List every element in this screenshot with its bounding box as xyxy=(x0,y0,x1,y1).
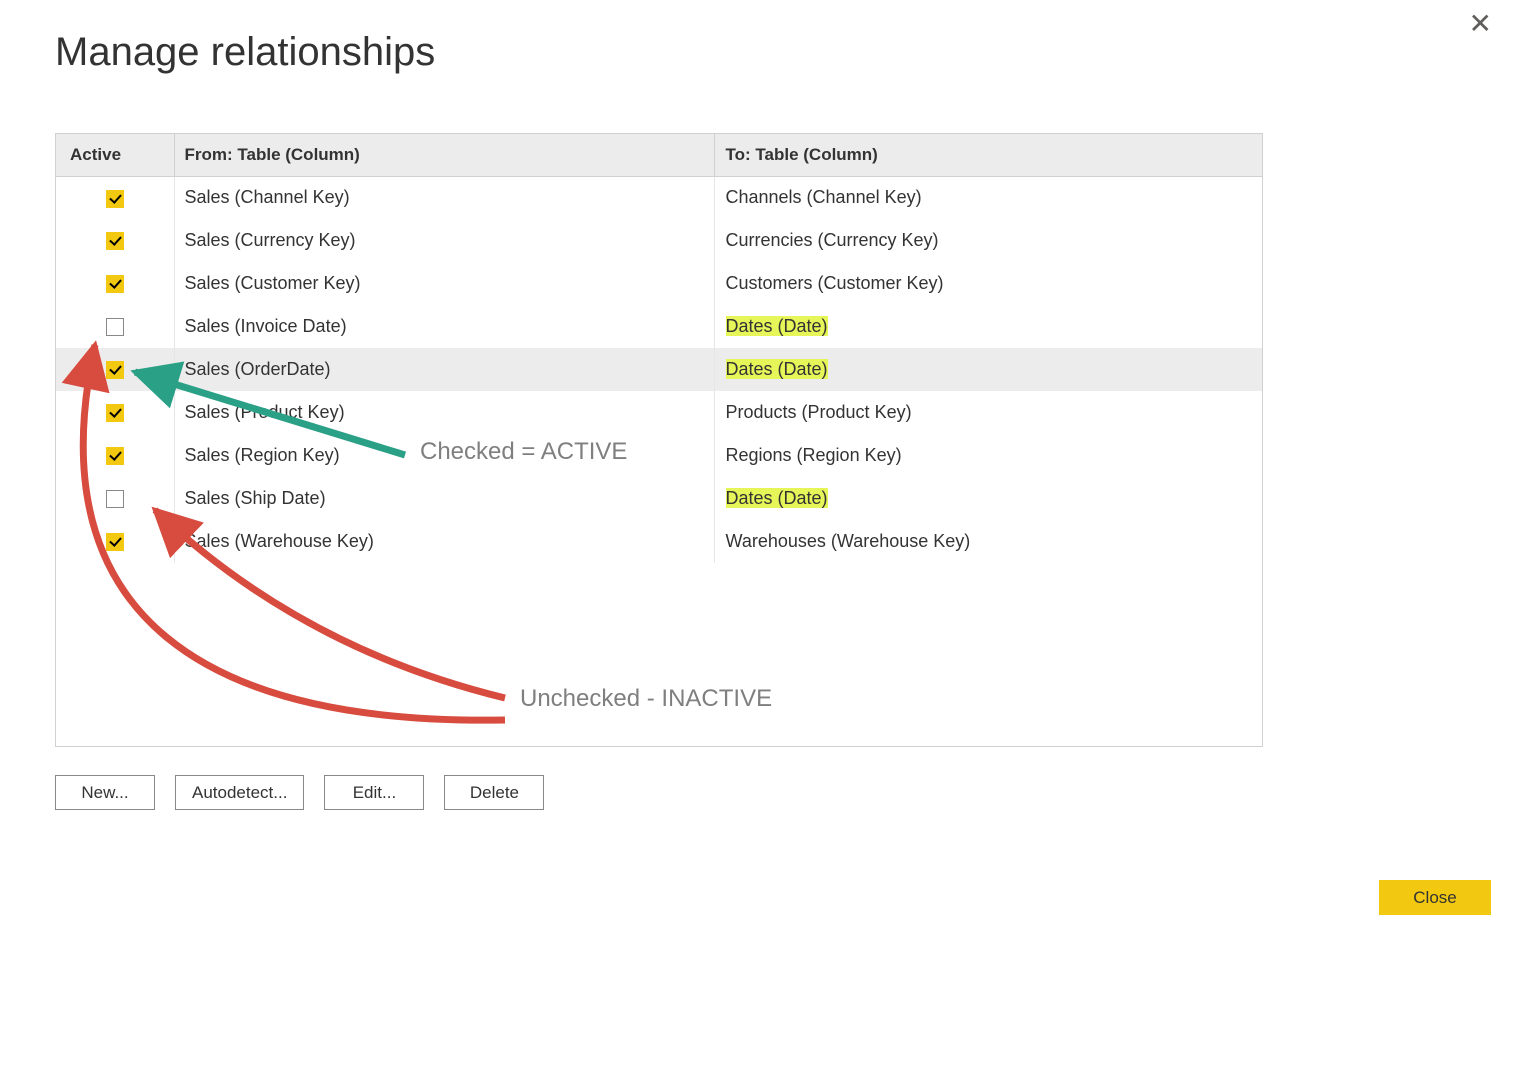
from-cell: Sales (OrderDate) xyxy=(174,348,714,391)
to-cell: Warehouses (Warehouse Key) xyxy=(714,520,1262,563)
table-row[interactable]: Sales (Currency Key)Currencies (Currency… xyxy=(56,219,1262,262)
close-button[interactable]: Close xyxy=(1379,880,1491,915)
active-cell xyxy=(56,219,174,262)
column-header-active[interactable]: Active xyxy=(56,134,174,176)
to-cell: Regions (Region Key) xyxy=(714,434,1262,477)
active-cell xyxy=(56,348,174,391)
from-cell: Sales (Product Key) xyxy=(174,391,714,434)
table-row[interactable]: Sales (Channel Key)Channels (Channel Key… xyxy=(56,176,1262,219)
delete-button[interactable]: Delete xyxy=(444,775,544,810)
active-checkbox[interactable] xyxy=(106,361,124,379)
annotation-checked-label: Checked = ACTIVE xyxy=(420,438,627,466)
to-text: Dates (Date) xyxy=(726,488,828,508)
manage-relationships-dialog: ✕ Manage relationships Active From: Tabl… xyxy=(0,0,1514,1068)
active-checkbox[interactable] xyxy=(106,190,124,208)
from-cell: Sales (Warehouse Key) xyxy=(174,520,714,563)
to-cell: Dates (Date) xyxy=(714,477,1262,520)
table-row[interactable]: Sales (Invoice Date) Dates (Date) xyxy=(56,305,1262,348)
dialog-action-bar: New... Autodetect... Edit... Delete xyxy=(55,775,544,810)
to-cell: Dates (Date) xyxy=(714,305,1262,348)
to-cell: Products (Product Key) xyxy=(714,391,1262,434)
from-cell: Sales (Ship Date) xyxy=(174,477,714,520)
table-row[interactable]: Sales (OrderDate) Dates (Date) xyxy=(56,348,1262,391)
column-header-to[interactable]: To: Table (Column) xyxy=(714,134,1262,176)
from-cell: Sales (Channel Key) xyxy=(174,176,714,219)
active-cell xyxy=(56,176,174,219)
table-row[interactable]: Sales (Ship Date) Dates (Date) xyxy=(56,477,1262,520)
to-text: Dates (Date) xyxy=(726,359,828,379)
to-cell: Dates (Date) xyxy=(714,348,1262,391)
active-checkbox[interactable] xyxy=(106,404,124,422)
active-checkbox[interactable] xyxy=(106,447,124,465)
table-row[interactable]: Sales (Product Key)Products (Product Key… xyxy=(56,391,1262,434)
from-cell: Sales (Invoice Date) xyxy=(174,305,714,348)
to-cell: Currencies (Currency Key) xyxy=(714,219,1262,262)
active-cell xyxy=(56,305,174,348)
autodetect-button[interactable]: Autodetect... xyxy=(175,775,304,810)
dialog-title: Manage relationships xyxy=(55,30,435,75)
active-cell xyxy=(56,262,174,305)
to-cell: Channels (Channel Key) xyxy=(714,176,1262,219)
annotation-unchecked-label: Unchecked - INACTIVE xyxy=(520,685,772,713)
active-checkbox[interactable] xyxy=(106,490,124,508)
active-cell xyxy=(56,434,174,477)
table-row[interactable]: Sales (Warehouse Key)Warehouses (Warehou… xyxy=(56,520,1262,563)
active-cell xyxy=(56,477,174,520)
active-checkbox[interactable] xyxy=(106,275,124,293)
table-row[interactable]: Sales (Customer Key)Customers (Customer … xyxy=(56,262,1262,305)
table-row[interactable]: Sales (Region Key)Regions (Region Key) xyxy=(56,434,1262,477)
active-checkbox[interactable] xyxy=(106,232,124,250)
active-cell xyxy=(56,520,174,563)
to-cell: Customers (Customer Key) xyxy=(714,262,1262,305)
new-button[interactable]: New... xyxy=(55,775,155,810)
active-cell xyxy=(56,391,174,434)
relationships-table: Active From: Table (Column) To: Table (C… xyxy=(55,133,1263,747)
from-cell: Sales (Customer Key) xyxy=(174,262,714,305)
edit-button[interactable]: Edit... xyxy=(324,775,424,810)
active-checkbox[interactable] xyxy=(106,533,124,551)
from-cell: Sales (Currency Key) xyxy=(174,219,714,262)
column-header-from[interactable]: From: Table (Column) xyxy=(174,134,714,176)
table-header-row: Active From: Table (Column) To: Table (C… xyxy=(56,134,1262,176)
to-text: Dates (Date) xyxy=(726,316,828,336)
active-checkbox[interactable] xyxy=(106,318,124,336)
close-icon[interactable]: ✕ xyxy=(1469,10,1492,38)
